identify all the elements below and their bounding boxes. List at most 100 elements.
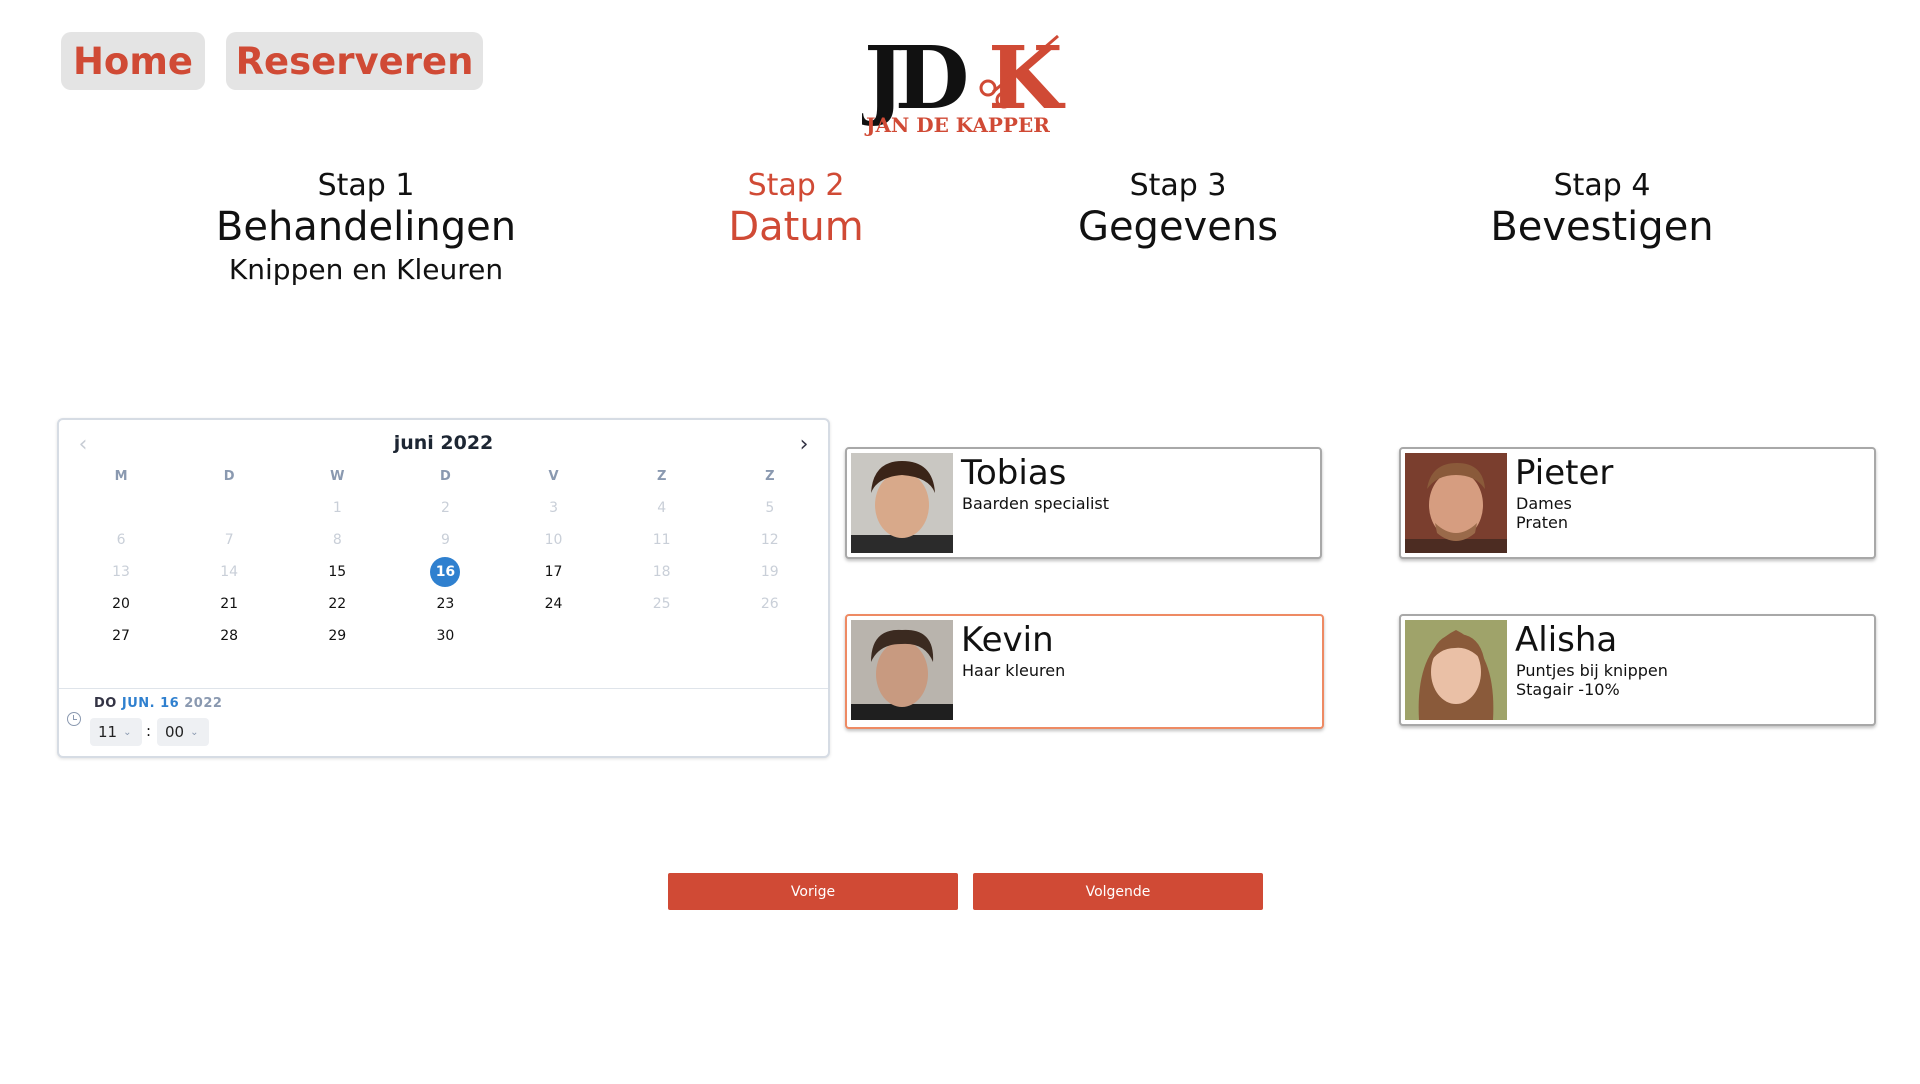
calendar-week-row: 13 14 15 16 17 18 19 (67, 556, 824, 588)
calendar-week-row: 6 7 8 9 10 11 12 (67, 524, 824, 556)
home-nav-button[interactable]: Home (61, 32, 205, 90)
calendar-day[interactable]: 29 (283, 620, 391, 652)
calendar-empty-cell (175, 492, 283, 524)
avatar-photo (1405, 453, 1507, 553)
barber-card-kevin[interactable]: Kevin Haar kleuren (845, 614, 1324, 729)
calendar-day[interactable]: 27 (67, 620, 175, 652)
previous-button[interactable]: Vorige (668, 873, 958, 910)
calendar-grid: M D W D V Z Z 1 2 3 4 5 6 7 8 9 10 11 12 13 14 15 16 17 18 19 20 21… (67, 460, 824, 652)
calendar-day[interactable]: 22 (283, 588, 391, 620)
step-title: Bevestigen (1490, 204, 1714, 250)
calendar-day[interactable]: 28 (175, 620, 283, 652)
calendar-day-number: 11 (652, 532, 671, 548)
calendar-week-row: 20 21 22 23 24 25 26 (67, 588, 824, 620)
calendar-day: 12 (716, 524, 824, 556)
barber-card-alisha[interactable]: Alisha Puntjes bij knippen Stagair -10% (1399, 614, 1876, 726)
calendar-day-number: 22 (328, 596, 347, 612)
step-1[interactable]: Stap 1 Behandelingen Knippen en Kleuren (156, 168, 576, 290)
calendar-day[interactable]: 15 (283, 556, 391, 588)
calendar-month-label: juni 2022 (393, 432, 494, 454)
avatar-photo (1405, 620, 1507, 720)
minute-value: 00 (165, 723, 185, 741)
reserve-nav-button[interactable]: Reserveren (226, 32, 483, 90)
calendar-empty-cell (608, 620, 716, 652)
next-button[interactable]: Volgende (973, 873, 1263, 910)
calendar-day: 9 (391, 524, 499, 556)
weekday-label: V (548, 468, 559, 484)
step-subtitle: Knippen en Kleuren (228, 253, 504, 286)
barber-card-tobias[interactable]: Tobias Baarden specialist (845, 447, 1322, 559)
calendar-day: 11 (608, 524, 716, 556)
weekday-header-row: MDWDVZZ (67, 460, 824, 492)
calendar-day: 13 (67, 556, 175, 588)
chevron-down-icon: ⌄ (123, 726, 132, 738)
minute-select[interactable]: 00 ⌄ (157, 718, 209, 746)
hour-value: 11 (98, 723, 118, 741)
calendar-day[interactable]: 30 (391, 620, 499, 652)
calendar-day: 6 (67, 524, 175, 556)
chevron-right-icon[interactable]: › (792, 432, 816, 457)
hour-select[interactable]: 11 ⌄ (90, 718, 142, 746)
calendar-day: 10 (500, 524, 608, 556)
barber-specialty: Praten (1516, 513, 1569, 532)
calendar-day[interactable]: 24 (500, 588, 608, 620)
step-4[interactable]: Stap 4 Bevestigen (1392, 168, 1812, 250)
logo-name: JAN DE KAPPER (864, 113, 1050, 136)
avatar-photo (851, 453, 953, 553)
step-number: Stap 3 (1129, 168, 1227, 203)
step-title: Behandelingen (215, 204, 517, 250)
weekday-label: D (440, 468, 451, 484)
calendar-day: 25 (608, 588, 716, 620)
calendar-day: 7 (175, 524, 283, 556)
calendar-day[interactable]: 23 (391, 588, 499, 620)
calendar-day: 26 (716, 588, 824, 620)
calendar-day-number: 7 (224, 532, 234, 548)
calendar-day-number: 16 (430, 557, 461, 587)
selected-year: 2022 (184, 696, 223, 711)
calendar-day[interactable]: 20 (67, 588, 175, 620)
calendar-day-number: 14 (220, 564, 239, 580)
calendar-day-number: 20 (112, 596, 130, 612)
calendar-empty-cell (67, 492, 175, 524)
calendar-day[interactable]: 21 (175, 588, 283, 620)
step-title: Gegevens (1077, 204, 1279, 250)
calendar-day-selected[interactable]: 16 (391, 556, 499, 588)
barber-name: Kevin (961, 620, 1054, 660)
barber-name: Tobias (961, 453, 1067, 493)
calendar-day-number: 23 (436, 596, 455, 612)
step-title: Datum (728, 204, 864, 250)
calendar-week-row: 1 2 3 4 5 (67, 492, 824, 524)
barber-card-pieter[interactable]: Pieter Dames Praten (1399, 447, 1876, 559)
calendar-day: 2 (391, 492, 499, 524)
weekday-label: Z (656, 468, 667, 484)
barber-description: Haar kleuren (962, 661, 1065, 680)
calendar-day: 1 (283, 492, 391, 524)
calendar-day-number: 15 (328, 564, 347, 580)
weekday-label: W (330, 468, 345, 484)
step-3[interactable]: Stap 3 Gegevens (968, 168, 1388, 250)
barber-specialty: Haar kleuren (962, 661, 1066, 680)
barber-name: Pieter (1515, 453, 1614, 493)
calendar-day-number: 26 (760, 596, 779, 612)
calendar-day-number: 10 (544, 532, 563, 548)
calendar-day-number: 30 (436, 628, 455, 644)
calendar-empty-cell (500, 620, 608, 652)
calendar-day-number: 21 (220, 596, 239, 612)
calendar-week-row: 27 28 29 30 (67, 620, 824, 652)
calendar-day-number: 28 (220, 628, 239, 644)
calendar-day-number: 19 (760, 564, 779, 580)
calendar-day-number: 13 (112, 564, 130, 580)
barber-description: Dames Praten (1516, 494, 1572, 532)
weekday-label: D (223, 468, 235, 484)
page: Home Reserveren JD K JAN DE KAPPER Stap … (0, 0, 1920, 1084)
jdk-logo[interactable]: JD K JAN DE KAPPER (862, 28, 1070, 136)
barber-description: Puntjes bij knippen Stagair -10% (1516, 661, 1668, 699)
calendar-day[interactable]: 17 (500, 556, 608, 588)
selected-month-day: JUN. 16 (121, 696, 180, 711)
calendar-day: 5 (716, 492, 824, 524)
clock-icon (67, 712, 81, 726)
calendar-day-number: 4 (657, 500, 667, 516)
avatar-photo (851, 620, 953, 720)
step-2[interactable]: Stap 2 Datum (586, 168, 1006, 250)
calendar-day-number: 25 (652, 596, 671, 612)
